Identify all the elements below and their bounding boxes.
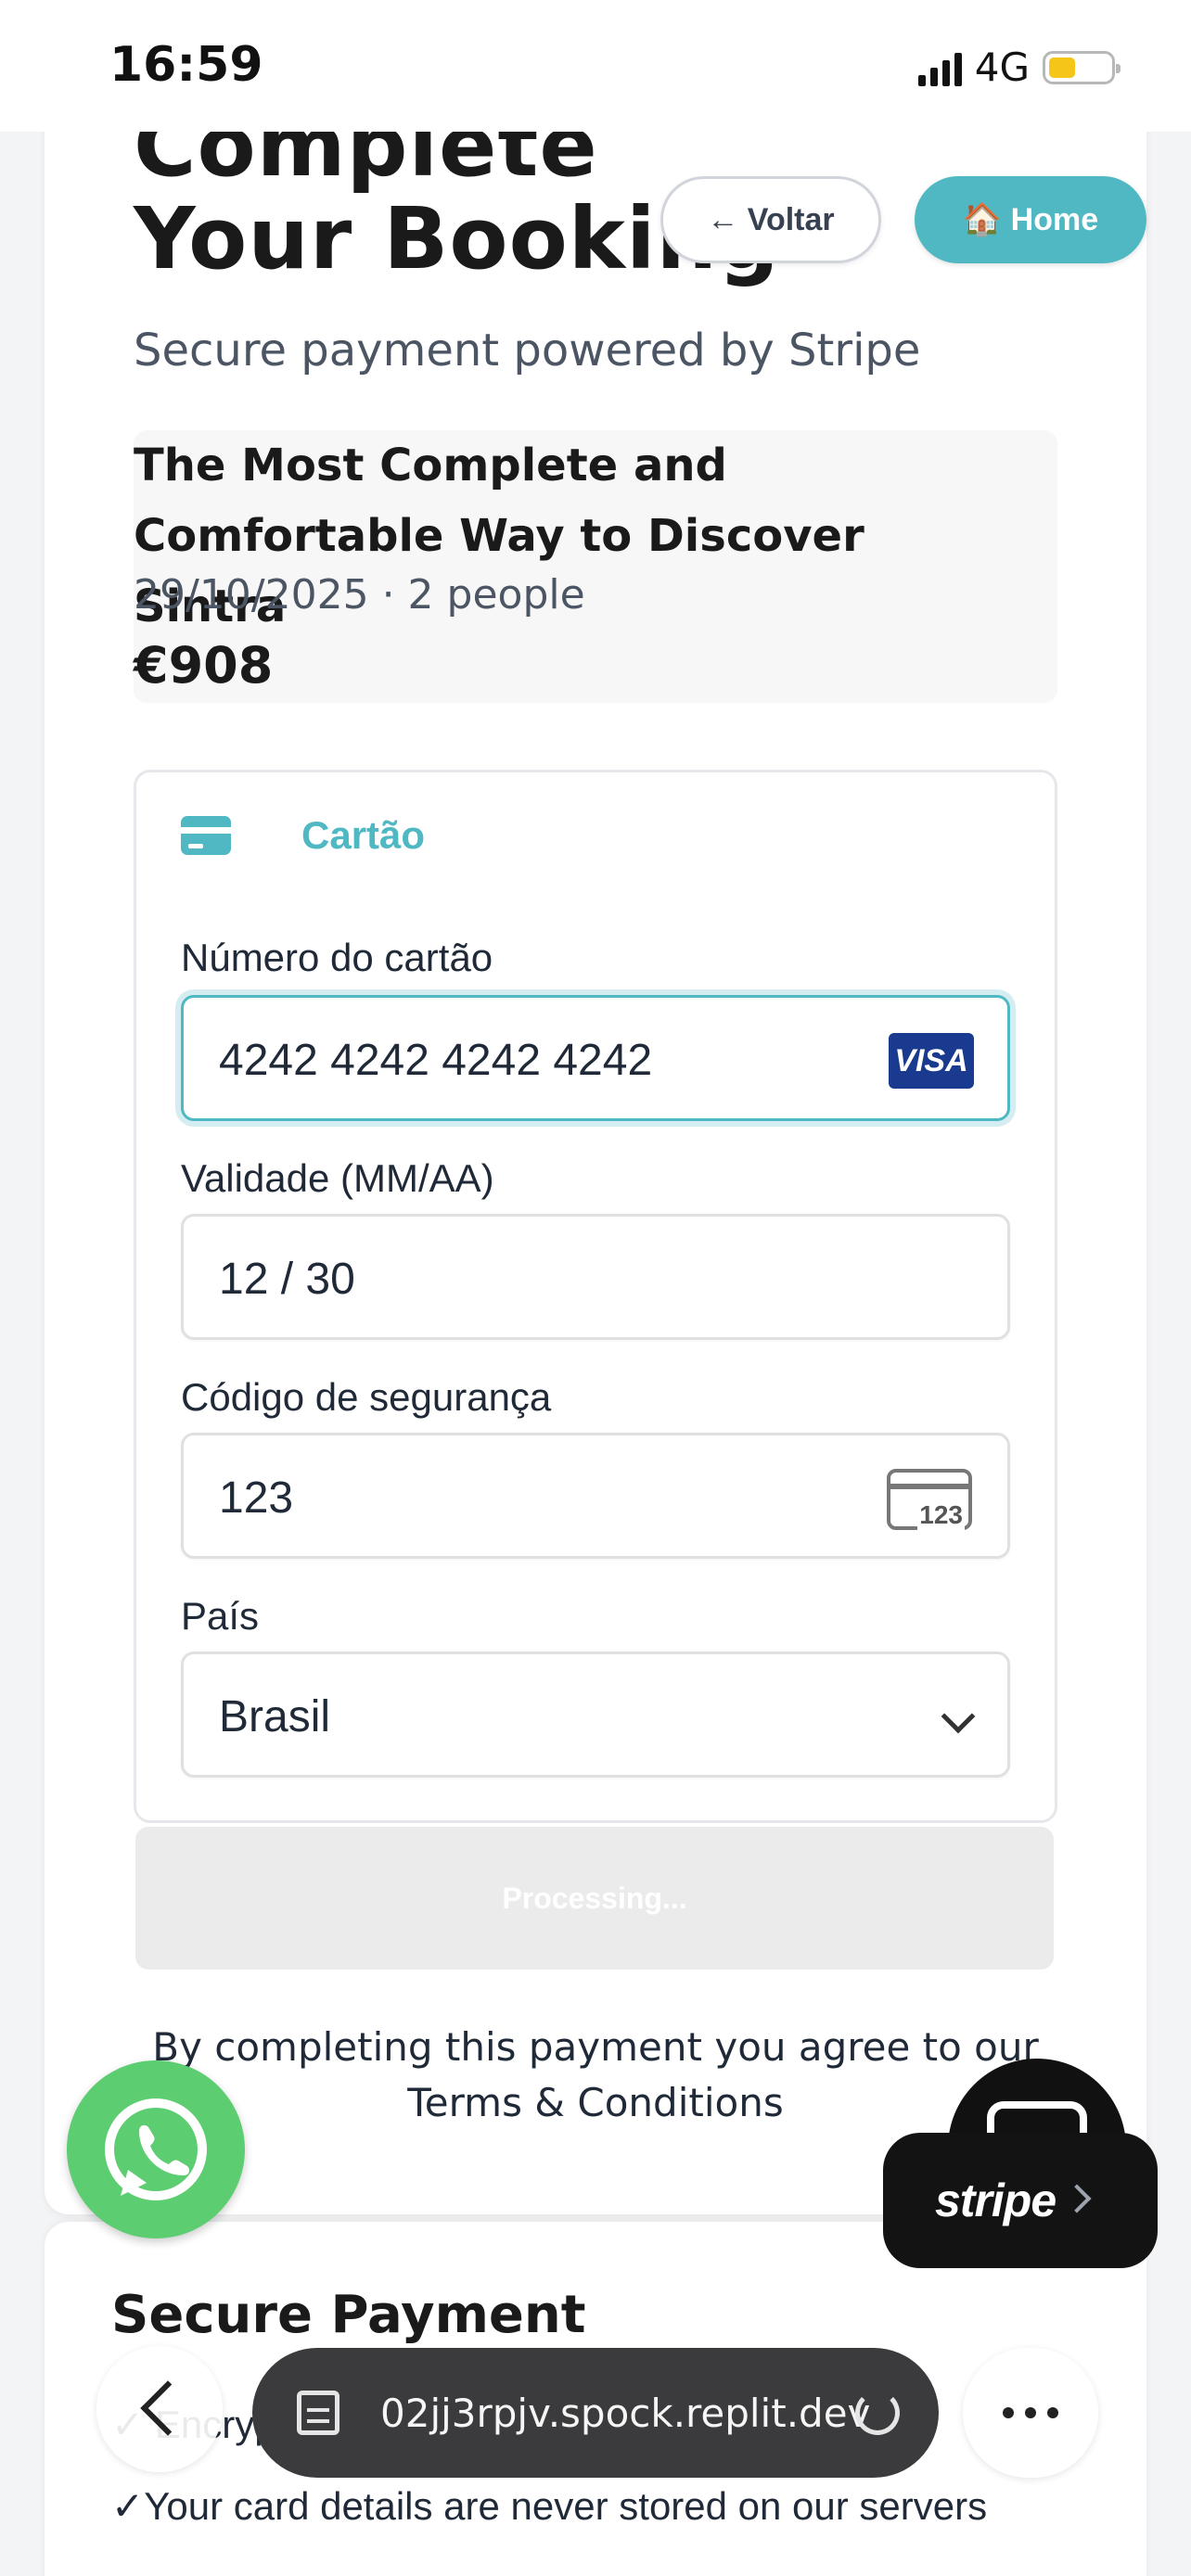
chevron-right-icon xyxy=(1062,2184,1092,2213)
more-icon-dot xyxy=(1003,2407,1014,2418)
payment-element: Cartão Número do cartão 4242 4242 4242 4… xyxy=(134,770,1057,1823)
expiry-label: Validade (MM/AA) xyxy=(181,1156,494,1200)
tab-card-label: Cartão xyxy=(301,813,426,857)
chevron-down-icon xyxy=(941,1699,976,1734)
cvc-label: Código de segurança xyxy=(181,1375,552,1419)
expiry-input[interactable]: 12 / 30 xyxy=(181,1214,1010,1340)
network-type: 4G xyxy=(974,45,1030,90)
tab-card[interactable]: Cartão xyxy=(181,813,425,858)
country-select[interactable]: Brasil xyxy=(181,1651,1010,1778)
terms-link[interactable]: Terms & Conditions xyxy=(134,2075,1057,2131)
country-label: País xyxy=(181,1594,260,1638)
secure-item-stored: ✓Your card details are never stored on o… xyxy=(111,2484,988,2528)
status-bar: 16:59 4G xyxy=(0,0,1191,132)
whatsapp-button[interactable] xyxy=(67,2060,245,2238)
stripe-logo: stripe xyxy=(935,2174,1057,2226)
reload-icon[interactable] xyxy=(855,2391,900,2435)
cvc-card-icon: 123 xyxy=(887,1469,972,1530)
terms-line: By completing this payment you agree to … xyxy=(152,2024,1039,2070)
expiry-value: 12 / 30 xyxy=(219,1255,355,1304)
card-number-label: Número do cartão xyxy=(181,936,493,979)
cvc-input[interactable]: 123 123 xyxy=(181,1433,1010,1559)
visa-logo: VISA xyxy=(889,1033,974,1089)
more-icon-dot xyxy=(1047,2407,1058,2418)
booking-price: €908 xyxy=(134,636,274,695)
home-button[interactable]: 🏠 Home xyxy=(915,176,1146,263)
cvc-value: 123 xyxy=(219,1473,294,1523)
card-number-value: 4242 4242 4242 4242 xyxy=(219,1036,653,1085)
whatsapp-icon xyxy=(105,2098,207,2200)
signal-icon xyxy=(917,49,962,86)
booking-meta: 29/10/2025 · 2 people xyxy=(134,571,585,618)
secure-payment-title: Secure Payment xyxy=(111,2285,586,2345)
more-icon-dot xyxy=(1025,2407,1036,2418)
status-indicators: 4G xyxy=(917,45,1121,90)
booking-summary: The Most Complete and Comfortable Way to… xyxy=(134,430,1057,703)
stripe-badge[interactable]: stripe xyxy=(883,2133,1158,2268)
terms-text: By completing this payment you agree to … xyxy=(134,2020,1057,2131)
submit-payment-button[interactable]: Processing... xyxy=(135,1827,1054,1970)
more-button[interactable] xyxy=(963,2348,1098,2478)
card-number-input[interactable]: 4242 4242 4242 4242 VISA xyxy=(181,995,1010,1121)
country-value: Brasil xyxy=(219,1692,331,1741)
back-button[interactable]: ← Voltar xyxy=(660,176,881,263)
tabs-icon[interactable] xyxy=(297,2391,339,2435)
address-bar[interactable]: 02jj3rpjv.spock.replit.dev xyxy=(252,2348,939,2478)
page-subtitle: Secure payment powered by Stripe xyxy=(134,325,921,376)
browser-back-button[interactable] xyxy=(96,2346,223,2472)
battery-icon xyxy=(1043,50,1121,84)
url-text: 02jj3rpjv.spock.replit.dev xyxy=(380,2391,871,2436)
status-time: 16:59 xyxy=(109,37,263,93)
card-icon xyxy=(181,816,231,855)
